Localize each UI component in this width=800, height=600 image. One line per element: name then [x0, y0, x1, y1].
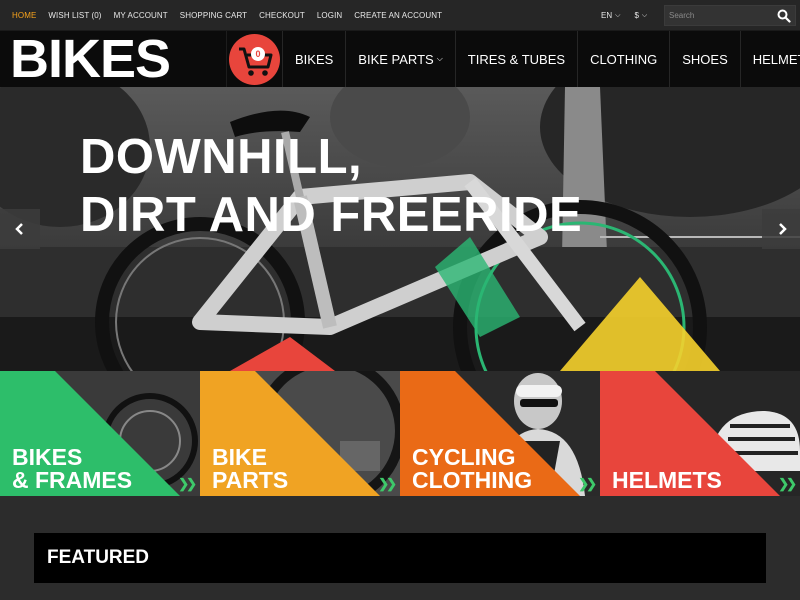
category-tile-bike-parts[interactable]: BIKE PARTS ❯❯	[200, 371, 400, 496]
hero-title-line-1: DOWNHILL,	[80, 130, 363, 184]
category-label: BIKES & FRAMES	[12, 446, 132, 492]
header: BIKES 0 BIKES BIKE PARTS ⌵ TIRES & TUBES …	[0, 31, 800, 87]
featured-section-header: FEATURED	[34, 533, 766, 583]
category-label-line-2: CLOTHING	[412, 467, 533, 493]
top-link-wish-list[interactable]: WISH LIST (0)	[48, 11, 101, 20]
category-label: CYCLING CLOTHING	[412, 446, 532, 492]
category-label-line-1: BIKES	[12, 444, 83, 470]
double-chevron-right-icon: ❯❯	[378, 476, 397, 491]
cart-badge-circle: 0	[229, 34, 280, 85]
chevron-down-icon: ⌵	[615, 11, 621, 19]
category-label: HELMETS	[612, 469, 722, 492]
double-chevron-right-icon: ❯❯	[178, 476, 197, 491]
category-tile-cycling-clothing[interactable]: CYCLING CLOTHING ❯❯	[400, 371, 600, 496]
search-input[interactable]	[665, 6, 775, 25]
top-bar: HOME WISH LIST (0) MY ACCOUNT SHOPPING C…	[0, 0, 800, 31]
site-logo[interactable]: BIKES	[10, 31, 171, 87]
nav-item-bike-parts[interactable]: BIKE PARTS ⌵	[345, 31, 454, 87]
chevron-down-icon: ⌵	[436, 54, 443, 63]
language-value: EN	[601, 11, 613, 20]
hero-title: DOWNHILL, DIRT AND FREERIDE	[80, 128, 582, 244]
nav-label: TIRES & TUBES	[467, 51, 566, 67]
top-link-home[interactable]: HOME	[12, 11, 36, 20]
category-label-line-1: CYCLING	[412, 444, 516, 470]
currency-value: $	[634, 11, 639, 20]
search-box	[664, 5, 796, 26]
category-label: BIKE PARTS	[212, 446, 288, 492]
main-nav: BIKES BIKE PARTS ⌵ TIRES & TUBES CLOTHING…	[282, 31, 800, 87]
language-selector[interactable]: EN ⌵	[601, 11, 620, 20]
chevron-right-icon	[779, 223, 787, 235]
chevron-down-icon: ⌵	[641, 11, 648, 19]
double-chevron-right-icon: ❯❯	[778, 476, 797, 491]
nav-label: SHOES	[682, 51, 728, 67]
double-chevron-right-icon: ❯❯	[578, 476, 597, 491]
nav-item-helmets[interactable]: HELMETS	[739, 31, 800, 87]
nav-label: CLOTHING	[590, 51, 658, 67]
nav-label: BIKES	[295, 51, 334, 67]
category-tile-bikes-frames[interactable]: BIKES & FRAMES ❯❯	[0, 371, 200, 496]
slider-next-button[interactable]	[762, 209, 800, 249]
nav-label: BIKE PARTS	[358, 51, 434, 67]
category-tiles: BIKES & FRAMES ❯❯ BIKE PARTS ❯❯ CYCLING	[0, 371, 800, 496]
top-link-shopping-cart[interactable]: SHOPPING CART	[180, 11, 247, 20]
nav-label: HELMETS	[752, 51, 800, 67]
category-tile-helmets[interactable]: HELMETS ❯❯	[600, 371, 800, 496]
top-links: HOME WISH LIST (0) MY ACCOUNT SHOPPING C…	[12, 0, 454, 31]
nav-item-bikes[interactable]: BIKES	[282, 31, 345, 87]
chevron-left-icon	[15, 223, 23, 235]
cart-count: 0	[251, 47, 265, 61]
cart-button[interactable]: 0	[226, 31, 282, 87]
top-link-my-account[interactable]: MY ACCOUNT	[114, 11, 168, 20]
top-link-checkout[interactable]: CHECKOUT	[259, 11, 305, 20]
top-link-create-account[interactable]: CREATE AN ACCOUNT	[354, 11, 442, 20]
category-label-line-1: BIKE	[212, 444, 267, 470]
currency-selector[interactable]: $ ⌵	[634, 11, 647, 20]
category-label-line-2: PARTS	[212, 467, 289, 493]
category-label-line-2: & FRAMES	[12, 467, 133, 493]
search-icon[interactable]	[777, 9, 791, 23]
locale-selectors: EN ⌵ $ ⌵	[601, 0, 661, 31]
nav-item-shoes[interactable]: SHOES	[669, 31, 740, 87]
top-link-login[interactable]: LOGIN	[317, 11, 342, 20]
nav-item-clothing[interactable]: CLOTHING	[577, 31, 669, 87]
slider-prev-button[interactable]	[0, 209, 40, 249]
featured-title: FEATURED	[47, 547, 150, 568]
hero-slider: DOWNHILL, DIRT AND FREERIDE	[0, 87, 800, 371]
hero-title-line-2: DIRT AND FREERIDE	[80, 188, 583, 242]
category-label-line-2: HELMETS	[612, 467, 722, 493]
nav-item-tires-tubes[interactable]: TIRES & TUBES	[454, 31, 577, 87]
